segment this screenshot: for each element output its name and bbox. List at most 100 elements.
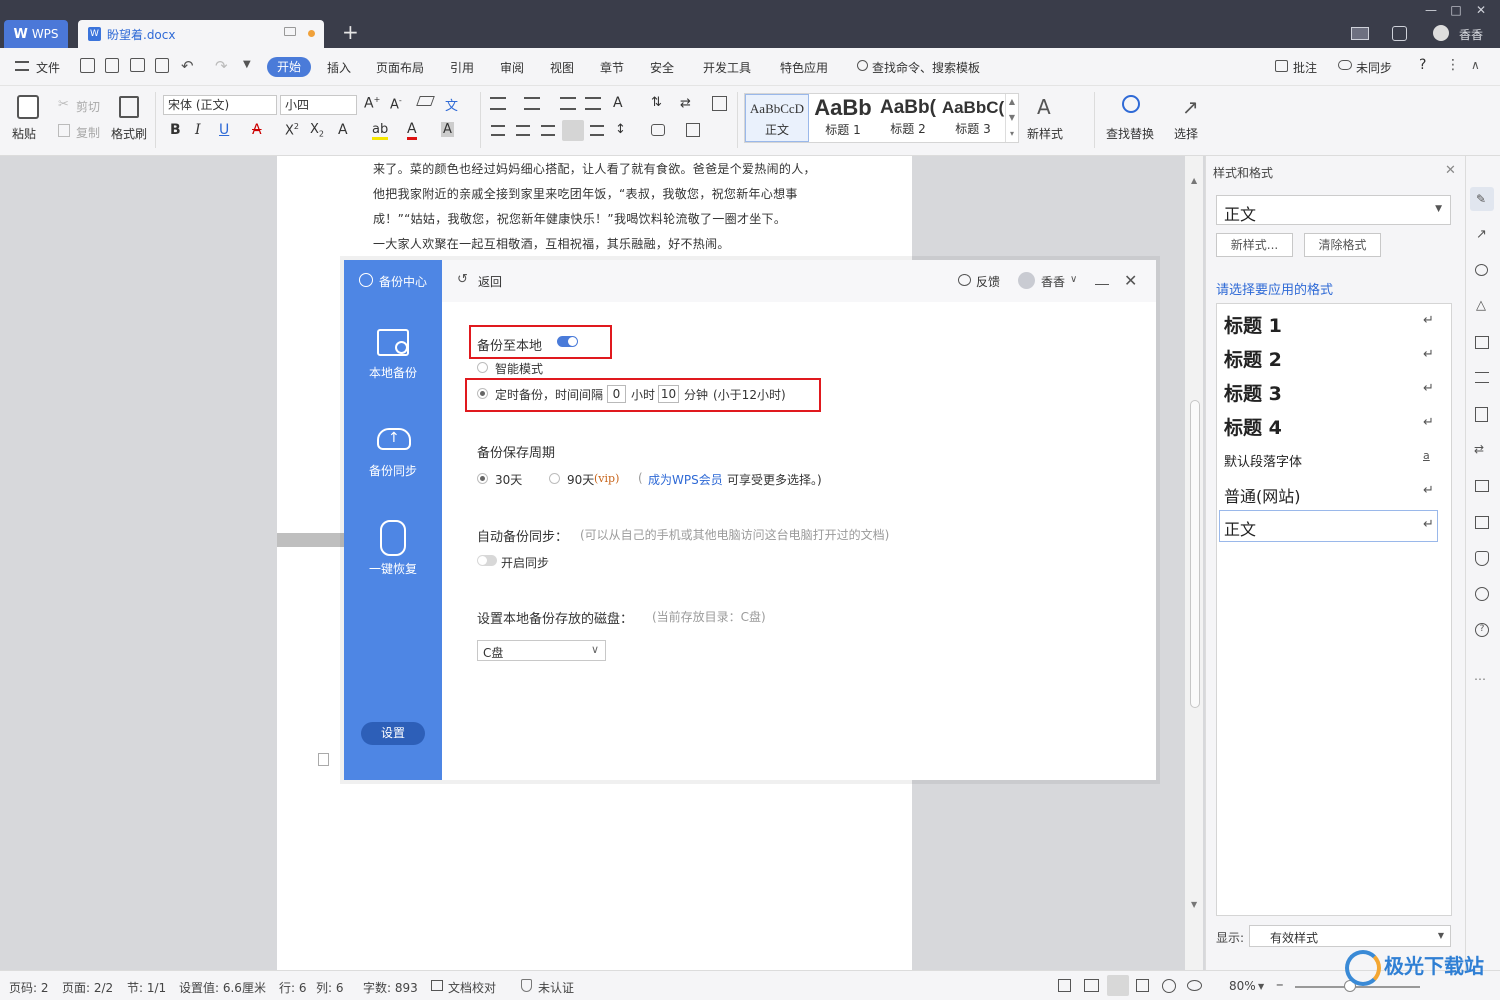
maximize-icon[interactable]: □ [1445, 3, 1467, 17]
close-window-icon[interactable]: ✕ [1470, 3, 1492, 17]
scroll-down-icon[interactable]: ▼ [1191, 900, 1197, 909]
subscript-icon[interactable]: X2 [310, 122, 324, 139]
back-icon[interactable]: ↺ [457, 272, 468, 287]
align-right-icon[interactable] [541, 125, 555, 136]
zoom-out-icon[interactable]: – [1276, 975, 1284, 993]
new-tab-button[interactable]: + [342, 22, 359, 42]
menu-start[interactable]: 开始 [267, 57, 311, 77]
zoom-level[interactable]: 80% [1229, 979, 1256, 993]
more-tools-icon[interactable]: ⋯ [1474, 672, 1486, 686]
back-button[interactable]: 返回 [478, 273, 502, 290]
scroll-up-icon[interactable]: ▲ [1191, 176, 1197, 185]
dialog-user-avatar[interactable] [1018, 272, 1035, 289]
drop-icon[interactable]: △ [1476, 298, 1486, 313]
dialog-username[interactable]: 香香 [1041, 273, 1065, 290]
titlebar-username[interactable]: 香香 [1459, 26, 1483, 43]
disk-select[interactable]: C盘 ∨ [477, 640, 606, 661]
style-item-normal[interactable]: 正文 [1224, 516, 1256, 540]
image-icon[interactable] [1475, 516, 1489, 529]
outline-view-icon[interactable] [1136, 979, 1149, 992]
italic-icon[interactable]: I [195, 122, 201, 138]
smart-mode-label[interactable]: 智能模式 [495, 360, 543, 377]
strikethrough-icon[interactable]: A [252, 122, 262, 138]
current-style-select[interactable]: 正文 ▼ [1216, 195, 1451, 225]
page-view-icon[interactable] [1107, 975, 1129, 996]
menu-view[interactable]: 视图 [550, 59, 574, 76]
align-center-icon[interactable] [516, 125, 530, 136]
menu-reference[interactable]: 引用 [450, 59, 474, 76]
menu-page-layout[interactable]: 页面布局 [376, 59, 424, 76]
status-words[interactable]: 字数: 893 [363, 979, 418, 996]
menu-chapter[interactable]: 章节 [600, 59, 624, 76]
comment-menu[interactable]: 批注 [1293, 59, 1317, 76]
period-90-radio[interactable] [549, 473, 560, 484]
document-icon[interactable] [1475, 407, 1488, 422]
collapse-ribbon-icon[interactable]: ∧ [1471, 58, 1480, 72]
status-row[interactable]: 行: 6 [279, 979, 307, 996]
underline-icon[interactable]: U [219, 122, 229, 138]
table-icon[interactable] [1475, 336, 1489, 349]
bullets-icon[interactable] [490, 97, 506, 110]
distributed-icon[interactable] [590, 125, 604, 136]
format-painter-icon[interactable] [119, 96, 139, 118]
web-view-icon[interactable] [1162, 979, 1176, 993]
borders-icon[interactable] [686, 123, 700, 137]
font-name-select[interactable]: 宋体 (正文) [163, 95, 277, 115]
justify-icon[interactable] [562, 120, 584, 141]
export-icon[interactable] [105, 58, 119, 73]
cut-icon[interactable]: ✂ [58, 97, 69, 112]
increase-indent-icon[interactable] [585, 97, 601, 110]
scrollbar-thumb[interactable] [1190, 400, 1200, 708]
copy-icon[interactable] [58, 124, 70, 137]
zoom-slider-track[interactable] [1295, 986, 1420, 988]
superscript-icon[interactable]: X2 [285, 122, 299, 138]
skin-icon[interactable] [1392, 26, 1407, 41]
select-cursor-icon[interactable]: ↗ [1182, 95, 1199, 119]
status-page-code[interactable]: 页码: 2 [9, 979, 49, 996]
auto-sync-label[interactable]: 开启同步 [501, 554, 549, 571]
wps-home-tab[interactable]: W WPS [4, 20, 68, 48]
undo-icon[interactable]: ↶ [181, 57, 194, 75]
style-gallery-scroll[interactable]: ▲ ▼ ▾ [1005, 94, 1018, 142]
text-effect-icon[interactable]: A [338, 122, 348, 138]
format-painter-button[interactable]: 格式刷 [111, 125, 147, 142]
clear-format-button[interactable]: 清除格式 [1304, 233, 1381, 257]
numbering-icon[interactable] [524, 97, 540, 110]
read-mode-icon[interactable] [1084, 979, 1099, 992]
help-icon[interactable]: ? [1419, 57, 1426, 73]
menu-security[interactable]: 安全 [650, 59, 674, 76]
smart-mode-radio[interactable] [477, 362, 488, 373]
style-item-heading2[interactable]: 标题 2 [1224, 345, 1282, 372]
show-marks-icon[interactable]: ⇄ [680, 96, 691, 111]
quick-access-dropdown-icon[interactable]: ▼ [243, 59, 251, 70]
grow-font-icon[interactable]: A+ [364, 95, 380, 112]
help-circle-icon[interactable]: ? [1475, 623, 1489, 637]
line-spacing-icon[interactable]: ↕ [615, 122, 626, 137]
menu-insert[interactable]: 插入 [327, 59, 351, 76]
period-30-radio[interactable] [477, 473, 488, 484]
more-options-icon[interactable]: ⋮ [1446, 57, 1460, 73]
style-heading3[interactable]: AaBbC( 标题 3 [941, 94, 1005, 142]
paragraph-handle-icon[interactable] [318, 753, 329, 766]
become-member-link[interactable]: 成为WPS会员 [648, 471, 723, 488]
proofread-icon[interactable] [431, 980, 443, 991]
styles-pen-icon[interactable]: ✎ [1476, 192, 1486, 206]
style-heading1[interactable]: AaBb 标题 1 [811, 94, 875, 142]
paste-button[interactable]: 粘贴 [12, 125, 36, 142]
text-direction-icon[interactable]: A [613, 95, 623, 111]
cloud-sync-icon[interactable] [1338, 60, 1352, 70]
paste-icon[interactable] [17, 95, 39, 119]
align-left-icon[interactable] [491, 125, 505, 136]
style-item-default-font[interactable]: 默认段落字体 [1224, 451, 1302, 470]
status-col[interactable]: 列: 6 [316, 979, 344, 996]
eye-protect-icon[interactable] [1187, 980, 1202, 991]
new-style-icon[interactable]: A [1037, 95, 1051, 119]
fullscreen-icon[interactable] [1058, 979, 1071, 992]
cursor-icon[interactable]: ↗ [1476, 227, 1487, 242]
cut-button[interactable]: 剪切 [76, 98, 100, 115]
dialog-minimize-icon[interactable] [1095, 284, 1109, 285]
menu-file[interactable]: 文件 [36, 59, 60, 76]
style-normal[interactable]: AaBbCcD 正文 [745, 94, 809, 142]
minimize-icon[interactable]: — [1420, 3, 1442, 17]
timed-backup-label[interactable]: 定时备份，时间间隔 [495, 386, 603, 403]
